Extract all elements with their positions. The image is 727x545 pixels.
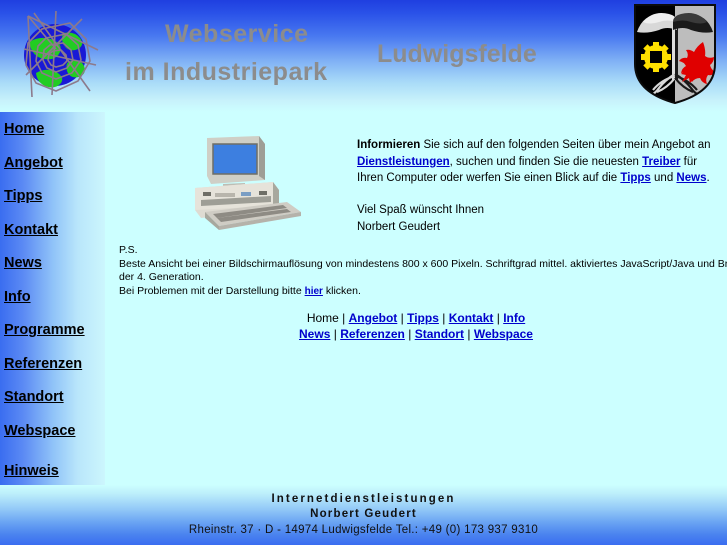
footer-company: Internetdienstleistungen: [271, 493, 456, 505]
ps-line3-post: klicken.: [322, 284, 361, 297]
footnav-sep: |: [408, 327, 412, 341]
ps-block: P.S. Beste Ansicht bei einer Bildschirma…: [119, 244, 727, 299]
intro-text-4: und: [650, 172, 677, 184]
intro-lead: Informieren: [357, 139, 421, 151]
main-content: Informieren Sie sich auf den folgenden S…: [105, 112, 727, 485]
ps-line3: Bei Problemen mit der Darstellung bitte …: [119, 285, 719, 299]
link-hier[interactable]: hier: [305, 286, 323, 297]
sidebar-item-tipps[interactable]: Tipps: [4, 183, 105, 217]
link-tipps[interactable]: Tipps: [620, 172, 650, 184]
intro-paragraph: Informieren Sie sich auf den folgenden S…: [357, 137, 717, 187]
footnav-sep: |: [333, 327, 337, 341]
ps-label: P.S.: [119, 244, 138, 256]
footer-owner: Norbert Geudert: [310, 508, 417, 520]
sidebar-item-kontakt[interactable]: Kontakt: [4, 217, 105, 251]
intro-text-5: .: [706, 172, 710, 184]
signoff-line2: Norbert Geudert: [357, 220, 441, 233]
ps-line1: Beste Ansicht bei einer Bildschirmauflös…: [119, 257, 727, 270]
footnav-sep: |: [400, 311, 404, 325]
header-title-line2: im Industriepark: [125, 58, 328, 86]
globe-spiderweb-icon: [23, 10, 99, 98]
footnav-sep: |: [496, 311, 500, 325]
sidebar-nav: Home Angebot Tipps Kontakt News Info Pro…: [0, 112, 105, 485]
page-root: Webservice im Industriepark Ludwigsfelde: [0, 0, 727, 545]
footnav-webspace[interactable]: Webspace: [474, 327, 533, 341]
footnav-tipps[interactable]: Tipps: [407, 311, 439, 325]
intro-text-2: , suchen und finden Sie die neuesten: [449, 155, 643, 168]
sidebar-item-angebot[interactable]: Angebot: [4, 150, 105, 184]
sidebar-item-news[interactable]: News: [4, 250, 105, 284]
footnav-standort[interactable]: Standort: [415, 327, 464, 341]
link-news[interactable]: News: [676, 172, 706, 184]
ps-line3-pre: Bei Problemen mit der Darstellung bitte: [119, 284, 305, 297]
intro-text-1: Sie sich auf den folgenden Seiten über m…: [420, 139, 711, 151]
footnav-angebot[interactable]: Angebot: [349, 311, 398, 325]
coat-of-arms-ludwigsfelde-icon: [634, 4, 716, 105]
footer-nav: Home | Angebot | Tipps | Kontakt | Info …: [105, 310, 727, 342]
footnav-sep: |: [442, 311, 446, 325]
sidebar-item-programme[interactable]: Programme: [4, 317, 105, 351]
sidebar-item-referenzen[interactable]: Referenzen: [4, 351, 105, 385]
footnav-referenzen[interactable]: Referenzen: [340, 327, 405, 341]
footer-address: Rheinstr. 37 · D - 14974 Ludwigsfelde Te…: [188, 524, 539, 536]
footnav-news[interactable]: News: [299, 327, 330, 341]
header-title-right: Ludwigsfelde: [377, 40, 537, 68]
sidebar-item-webspace[interactable]: Webspace: [4, 418, 105, 452]
footnav-kontakt[interactable]: Kontakt: [449, 311, 494, 325]
signoff-line1: Viel Spaß wünscht Ihnen: [357, 204, 485, 216]
footnav-home: Home: [306, 311, 339, 325]
footnav-sep: |: [467, 327, 471, 341]
footer-nav-row1: Home | Angebot | Tipps | Kontakt | Info: [105, 310, 727, 326]
header-title-line1: Webservice: [165, 20, 309, 48]
body-area: Home Angebot Tipps Kontakt News Info Pro…: [0, 112, 727, 485]
sidebar-item-home[interactable]: Home: [4, 116, 105, 150]
page-header: Webservice im Industriepark Ludwigsfelde: [0, 0, 727, 112]
sidebar-item-info[interactable]: Info: [4, 284, 105, 318]
footnav-sep: |: [342, 311, 346, 325]
sidebar-item-standort[interactable]: Standort: [4, 384, 105, 418]
link-dienstleistungen[interactable]: Dienstleistungen: [357, 156, 450, 168]
link-treiber[interactable]: Treiber: [642, 156, 680, 168]
footnav-info[interactable]: Info: [503, 311, 525, 325]
page-footer: Internetdienstleistungen Norbert Geudert…: [0, 485, 727, 545]
footer-nav-row2: News | Referenzen | Standort | Webspace: [105, 326, 727, 342]
desktop-computer-icon: [195, 136, 301, 230]
ps-line2: der 4. Generation.: [119, 271, 204, 283]
sign-off: Viel Spaß wünscht Ihnen Norbert Geudert: [357, 202, 484, 235]
